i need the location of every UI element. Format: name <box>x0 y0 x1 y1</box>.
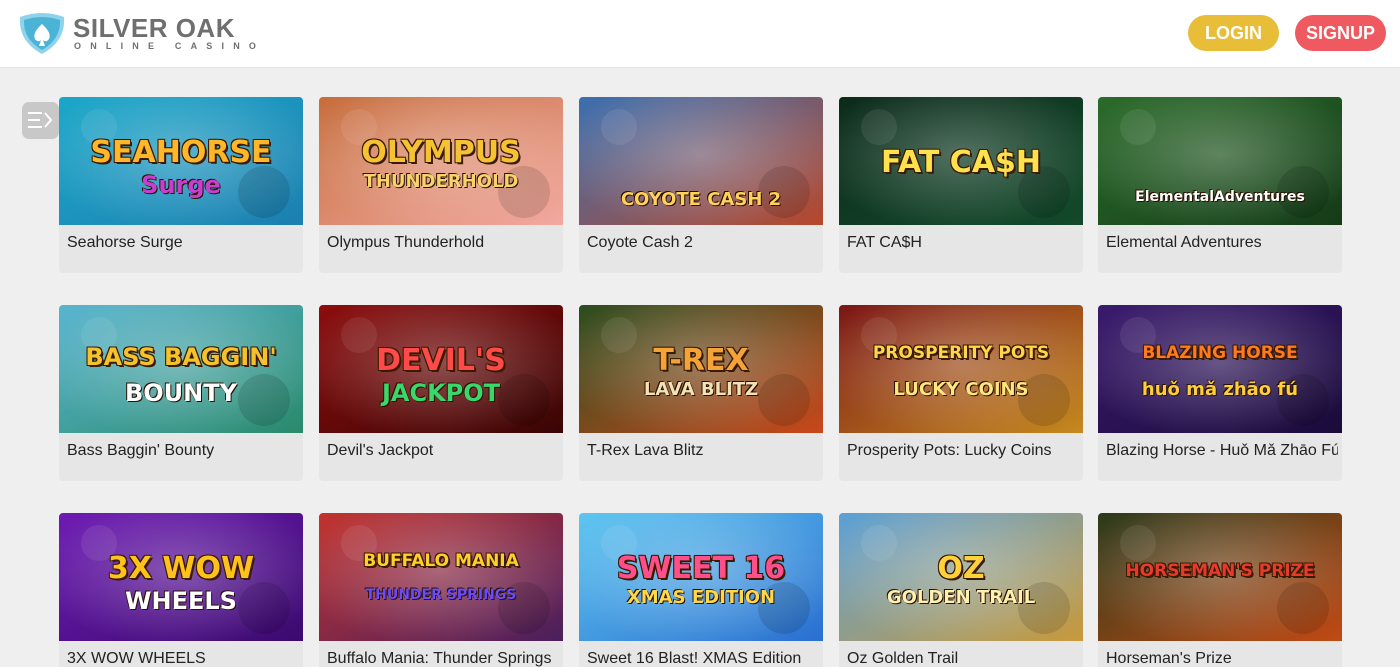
game-thumbnail[interactable]: ElementalAdventures <box>1098 97 1342 225</box>
game-thumbnail[interactable]: SWEET 16 XMAS EDITION <box>579 513 823 641</box>
game-artwork <box>1098 97 1342 225</box>
game-art-subtitle: XMAS EDITION <box>626 587 776 608</box>
signup-button[interactable]: SIGNUP <box>1295 15 1386 51</box>
game-artwork <box>1098 305 1342 433</box>
brand-logo[interactable]: SILVER OAK ONLINE CASINO <box>16 11 256 55</box>
game-card[interactable]: COYOTE CASH 2 Coyote Cash 2 <box>579 97 823 273</box>
game-art-title: SEAHORSE <box>90 135 272 170</box>
spade-shield-icon <box>19 13 65 54</box>
game-thumbnail[interactable]: BASS BAGGIN' BOUNTY <box>59 305 303 433</box>
game-art-subtitle: THUNDER SPRINGS <box>365 587 517 603</box>
game-card[interactable]: DEVIL'S JACKPOT Devil's Jackpot <box>319 305 563 481</box>
game-card[interactable]: OLYMPUS THUNDERHOLD Olympus Thunderhold <box>319 97 563 273</box>
menu-collapse-icon <box>28 112 53 128</box>
game-title[interactable]: FAT CA$H <box>847 233 1079 253</box>
game-title[interactable]: Elemental Adventures <box>1106 233 1338 253</box>
game-art-title: PROSPERITY POTS <box>872 343 1050 363</box>
game-art-subtitle: ElementalAdventures <box>1135 189 1305 205</box>
game-art-subtitle: LUCKY COINS <box>893 379 1029 400</box>
game-card[interactable]: SWEET 16 XMAS EDITION Sweet 16 Blast! XMAS… <box>579 513 823 667</box>
game-title[interactable]: Blazing Horse - Huǒ Mǎ Zhāo Fú <box>1106 441 1338 461</box>
game-card[interactable]: T-REX LAVA BLITZ T-Rex Lava Blitz <box>579 305 823 481</box>
game-title[interactable]: 3X WOW WHEELS <box>67 649 299 667</box>
game-thumbnail[interactable]: SEAHORSE Surge <box>59 97 303 225</box>
game-art-subtitle: BOUNTY <box>124 379 238 407</box>
login-button[interactable]: LOGIN <box>1188 15 1279 51</box>
brand-tagline: ONLINE CASINO <box>74 41 266 51</box>
game-art-subtitle: huǒ mǎ zhāo fú <box>1141 379 1299 400</box>
game-artwork <box>839 305 1083 433</box>
game-art-title: BLAZING HORSE <box>1142 343 1298 363</box>
game-art-title: OZ <box>937 551 985 586</box>
game-title[interactable]: Bass Baggin' Bounty <box>67 441 299 461</box>
game-art-subtitle: COYOTE CASH 2 <box>620 189 782 210</box>
game-thumbnail[interactable]: 3X WOW WHEELS <box>59 513 303 641</box>
game-thumbnail[interactable]: HORSEMAN'S PRIZE <box>1098 513 1342 641</box>
game-thumbnail[interactable]: COYOTE CASH 2 <box>579 97 823 225</box>
game-art-title: BUFFALO MANIA <box>363 551 519 571</box>
game-thumbnail[interactable]: FAT CA$H <box>839 97 1083 225</box>
game-card[interactable]: BUFFALO MANIA THUNDER SPRINGS Buffalo Mani… <box>319 513 563 667</box>
game-art-title: SWEET 16 <box>616 551 786 586</box>
game-title[interactable]: Olympus Thunderhold <box>327 233 559 253</box>
game-title[interactable]: Buffalo Mania: Thunder Springs <box>327 649 559 667</box>
game-art-subtitle: LAVA BLITZ <box>643 379 759 400</box>
game-art-title: T-REX <box>653 343 749 378</box>
game-thumbnail[interactable]: OLYMPUS THUNDERHOLD <box>319 97 563 225</box>
game-art-title: DEVIL'S <box>376 343 506 378</box>
game-title[interactable]: Oz Golden Trail <box>847 649 1079 667</box>
game-card[interactable]: ElementalAdventures Elemental Adventures <box>1098 97 1342 273</box>
game-thumbnail[interactable]: BLAZING HORSE huǒ mǎ zhāo fú <box>1098 305 1342 433</box>
game-art-subtitle: WHEELS <box>125 587 237 615</box>
game-title[interactable]: Sweet 16 Blast! XMAS Edition <box>587 649 819 667</box>
game-card[interactable]: PROSPERITY POTS LUCKY COINS Prosperity Pot… <box>839 305 1083 481</box>
game-art-subtitle: Surge <box>141 171 221 199</box>
game-artwork <box>319 513 563 641</box>
game-title[interactable]: T-Rex Lava Blitz <box>587 441 819 461</box>
game-art-subtitle: GOLDEN TRAIL <box>886 587 1036 608</box>
game-thumbnail[interactable]: OZ GOLDEN TRAIL <box>839 513 1083 641</box>
game-card[interactable]: FAT CA$H FAT CA$H <box>839 97 1083 273</box>
game-thumbnail[interactable]: PROSPERITY POTS LUCKY COINS <box>839 305 1083 433</box>
game-art-title: 3X WOW <box>107 551 255 586</box>
top-header: SILVER OAK ONLINE CASINO LOGIN SIGNUP <box>0 0 1400 68</box>
game-art-title: FAT CA$H <box>880 145 1042 180</box>
game-art-title: HORSEMAN'S PRIZE <box>1125 561 1315 581</box>
game-thumbnail[interactable]: DEVIL'S JACKPOT <box>319 305 563 433</box>
game-art-title: OLYMPUS <box>361 135 521 170</box>
game-card[interactable]: BLAZING HORSE huǒ mǎ zhāo fú Blazing Horse… <box>1098 305 1342 481</box>
game-title[interactable]: Devil's Jackpot <box>327 441 559 461</box>
game-title[interactable]: Coyote Cash 2 <box>587 233 819 253</box>
game-card[interactable]: OZ GOLDEN TRAIL Oz Golden Trail <box>839 513 1083 667</box>
game-title[interactable]: Prosperity Pots: Lucky Coins <box>847 441 1079 461</box>
game-card[interactable]: SEAHORSE Surge Seahorse Surge <box>59 97 303 273</box>
game-thumbnail[interactable]: BUFFALO MANIA THUNDER SPRINGS <box>319 513 563 641</box>
game-title[interactable]: Horseman's Prize <box>1106 649 1338 667</box>
brand-name: SILVER OAK <box>73 13 235 43</box>
game-art-title: BASS BAGGIN' <box>85 343 277 371</box>
game-card[interactable]: BASS BAGGIN' BOUNTY Bass Baggin' Bounty <box>59 305 303 481</box>
game-art-subtitle: THUNDERHOLD <box>363 171 519 192</box>
game-card[interactable]: HORSEMAN'S PRIZE Horseman's Prize <box>1098 513 1342 667</box>
game-thumbnail[interactable]: T-REX LAVA BLITZ <box>579 305 823 433</box>
game-art-subtitle: JACKPOT <box>381 379 501 407</box>
game-card[interactable]: 3X WOW WHEELS 3X WOW WHEELS <box>59 513 303 667</box>
game-title[interactable]: Seahorse Surge <box>67 233 299 253</box>
sidebar-toggle-button[interactable] <box>22 102 59 139</box>
